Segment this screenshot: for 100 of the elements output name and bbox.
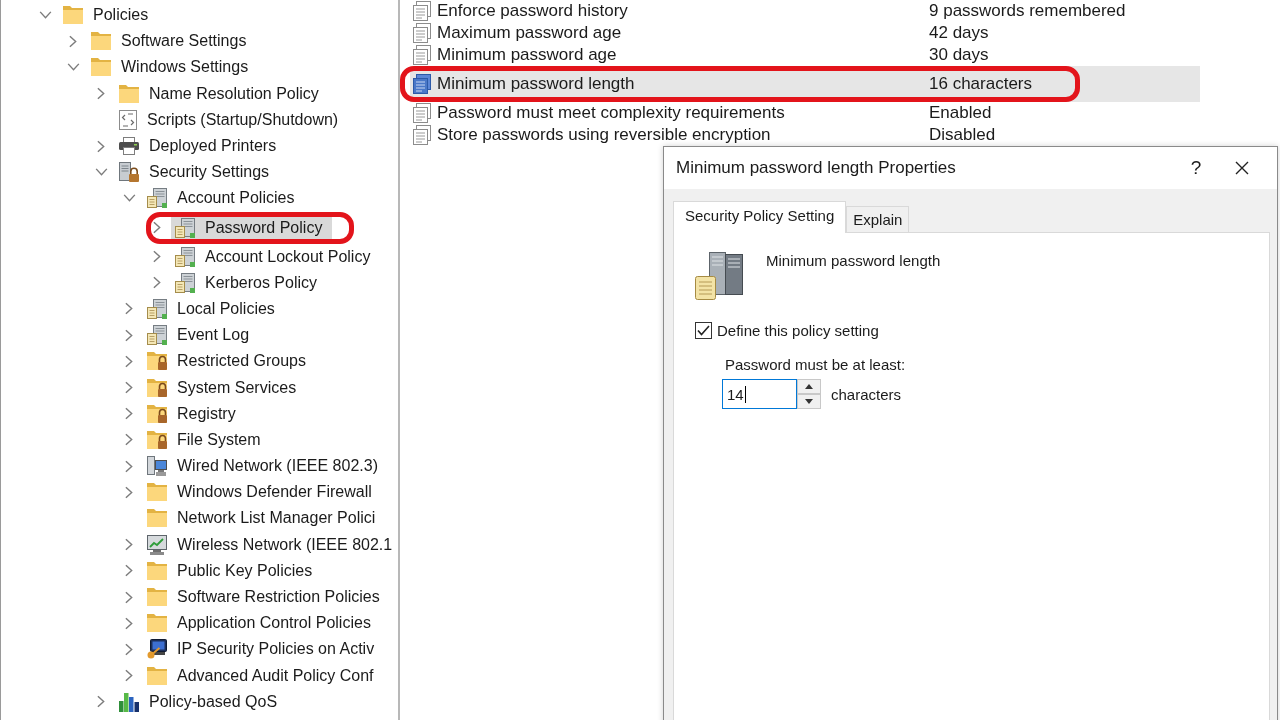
chevron-right-icon[interactable] bbox=[125, 642, 133, 656]
chevron-down-icon[interactable] bbox=[94, 168, 108, 177]
tree-item[interactable]: Windows Settings bbox=[65, 56, 259, 79]
table-cell: Store passwords using reversible encryption bbox=[437, 125, 771, 144]
server-lock-icon bbox=[119, 162, 139, 183]
tree-item[interactable]: Account Lockout Policy bbox=[149, 245, 381, 268]
chevron-right-icon[interactable] bbox=[125, 590, 133, 604]
document-icon bbox=[413, 45, 431, 65]
chevron-down-icon[interactable] bbox=[38, 11, 52, 20]
chevron-right-icon[interactable] bbox=[125, 485, 133, 499]
table-cell: Enforce password history bbox=[437, 1, 628, 20]
tree-item[interactable]: Application Control Policies bbox=[121, 612, 381, 635]
tree-item[interactable]: System Services bbox=[121, 376, 307, 399]
table-cell: 30 days bbox=[929, 45, 989, 64]
tree-item[interactable]: Network List Manager Polici bbox=[121, 507, 386, 530]
table-cell: 16 characters bbox=[929, 74, 1032, 93]
checkbox-label[interactable]: Define this policy setting bbox=[717, 322, 879, 339]
tab[interactable]: Security Policy Setting bbox=[673, 201, 847, 233]
close-icon bbox=[1235, 161, 1249, 175]
tree-item[interactable]: Public Key Policies bbox=[121, 559, 323, 582]
chevron-right-icon[interactable] bbox=[125, 302, 133, 316]
chevron-right-icon[interactable] bbox=[125, 459, 133, 473]
chevron-right-icon[interactable] bbox=[125, 616, 133, 630]
table-row[interactable]: Password must meet complexity requirements Enabled bbox=[410, 102, 1200, 124]
server-document-icon bbox=[695, 252, 743, 300]
tree-item[interactable]: Local Policies bbox=[121, 297, 285, 320]
tree-item[interactable]: Software Settings bbox=[65, 30, 257, 53]
chevron-right-icon[interactable] bbox=[97, 139, 105, 153]
chevron-right-icon[interactable] bbox=[153, 250, 161, 264]
tree-item[interactable]: Deployed Printers bbox=[93, 135, 287, 158]
field-label: Password must be at least: bbox=[725, 356, 906, 373]
folder-lock-icon bbox=[147, 352, 167, 371]
tree-item[interactable]: Kerberos Policy bbox=[149, 271, 328, 294]
chevron-right-icon[interactable] bbox=[97, 695, 105, 709]
server-document-icon bbox=[175, 246, 195, 267]
document-icon bbox=[413, 23, 431, 43]
spin-down-button[interactable] bbox=[797, 394, 821, 409]
folder-icon bbox=[147, 483, 167, 502]
folder-icon bbox=[91, 32, 111, 51]
table-cell: 9 passwords remembered bbox=[929, 1, 1126, 20]
number-input[interactable]: 14 bbox=[722, 379, 797, 409]
table-row[interactable]: Maximum password age 42 days bbox=[410, 22, 1200, 44]
table-cell: Enabled bbox=[929, 103, 992, 122]
tree-item[interactable]: IP Security Policies on Activ bbox=[121, 638, 385, 661]
chevron-right-icon[interactable] bbox=[125, 433, 133, 447]
chevron-down-icon[interactable] bbox=[66, 63, 80, 72]
checkbox[interactable] bbox=[695, 322, 712, 339]
table-row[interactable]: Enforce password history 9 passwords remembered bbox=[410, 0, 1200, 22]
triangle-down-icon bbox=[805, 399, 813, 404]
tree-item[interactable]: File System bbox=[121, 428, 271, 451]
bar-chart-icon bbox=[119, 691, 139, 712]
tree-item[interactable]: Wireless Network (IEEE 802.1 bbox=[121, 533, 398, 556]
chevron-right-icon[interactable] bbox=[97, 87, 105, 101]
tab[interactable]: Explain bbox=[846, 206, 910, 232]
tree-item[interactable]: Account Policies bbox=[121, 187, 305, 210]
tree-item[interactable]: Event Log bbox=[121, 324, 260, 347]
server-document-icon bbox=[147, 298, 167, 319]
tree-item[interactable]: Software Restriction Policies bbox=[121, 586, 390, 609]
document-icon bbox=[413, 125, 431, 145]
chevron-right-icon[interactable] bbox=[125, 538, 133, 552]
table-cell: Password must meet complexity requirements bbox=[437, 103, 785, 122]
tree-item[interactable]: Scripts (Startup/Shutdown) bbox=[93, 108, 349, 131]
chevron-right-icon[interactable] bbox=[125, 564, 133, 578]
folder-icon bbox=[147, 509, 167, 528]
table-row[interactable]: Store passwords using reversible encryption Disabled bbox=[410, 124, 1200, 146]
tree-item[interactable]: Advanced Audit Policy Conf bbox=[121, 664, 384, 687]
tree-item[interactable]: Wired Network (IEEE 802.3) bbox=[121, 455, 388, 478]
folder-icon bbox=[91, 58, 111, 77]
tree-item[interactable]: Windows Defender Firewall bbox=[121, 481, 382, 504]
tree-item[interactable]: Registry bbox=[121, 402, 246, 425]
chevron-right-icon[interactable] bbox=[125, 328, 133, 342]
tree-item[interactable]: Policy-based QoS bbox=[93, 690, 288, 713]
folder-lock-icon bbox=[147, 430, 167, 449]
folder-icon bbox=[147, 614, 167, 633]
chevron-right-icon[interactable] bbox=[125, 381, 133, 395]
checkmark-icon bbox=[697, 325, 710, 336]
folder-lock-icon bbox=[147, 404, 167, 423]
tree-item[interactable]: Policies bbox=[37, 4, 159, 27]
server-document-icon bbox=[147, 325, 167, 346]
table-cell: 42 days bbox=[929, 23, 989, 42]
folder-icon bbox=[147, 588, 167, 607]
script-document-icon bbox=[119, 109, 137, 130]
folder-lock-icon bbox=[147, 378, 167, 397]
tree-item[interactable]: Name Resolution Policy bbox=[93, 82, 329, 105]
table-row[interactable]: Minimum password age 30 days bbox=[410, 44, 1200, 66]
tree-item[interactable]: Security Settings bbox=[93, 161, 280, 184]
folder-icon bbox=[147, 561, 167, 580]
server-document-icon bbox=[175, 272, 195, 293]
help-button[interactable]: ? bbox=[1173, 147, 1219, 189]
chevron-down-icon[interactable] bbox=[122, 194, 136, 203]
folder-icon bbox=[119, 84, 139, 103]
chevron-right-icon[interactable] bbox=[153, 276, 161, 290]
chevron-right-icon[interactable] bbox=[153, 221, 161, 234]
tree-item[interactable]: Restricted Groups bbox=[121, 350, 316, 373]
network-computer-icon bbox=[147, 456, 167, 477]
chevron-right-icon[interactable] bbox=[125, 354, 133, 368]
spin-up-button[interactable] bbox=[797, 379, 821, 394]
chevron-right-icon[interactable] bbox=[125, 669, 133, 683]
chevron-right-icon[interactable] bbox=[69, 34, 77, 48]
chevron-right-icon[interactable] bbox=[125, 407, 133, 421]
